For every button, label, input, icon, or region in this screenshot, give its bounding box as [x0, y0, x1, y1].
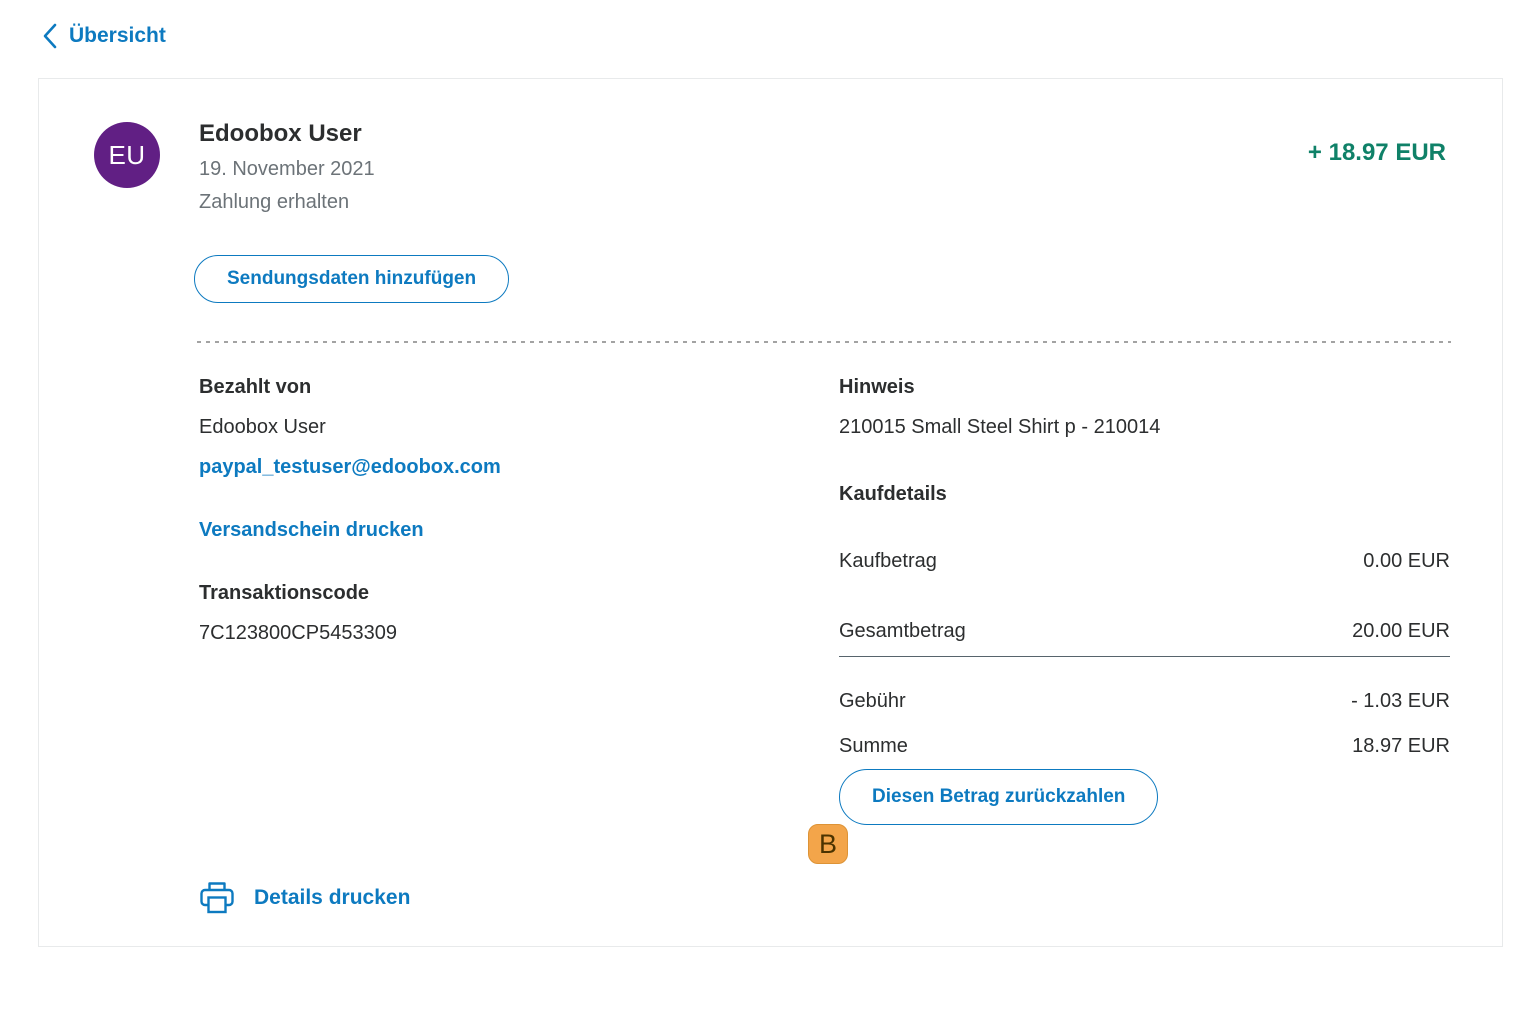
row-label: Gebühr: [839, 689, 906, 714]
print-shipping-label-link[interactable]: Versandschein drucken: [199, 518, 424, 543]
purchase-section: Hinweis 210015 Small Steel Shirt p - 210…: [839, 375, 1450, 759]
transaction-detail-card: EU Edoobox User 19. November 2021 Zahlun…: [38, 78, 1503, 947]
transaction-code-value: 7C123800CP5453309: [199, 621, 759, 646]
subtotal-divider: [839, 656, 1450, 657]
row-value: 0.00 EUR: [1363, 549, 1450, 574]
print-details-label: Details drucken: [254, 886, 410, 910]
row-value: - 1.03 EUR: [1351, 689, 1450, 714]
print-details-link[interactable]: Details drucken: [197, 879, 410, 917]
annotation-badge-b: B: [808, 824, 848, 864]
amount-row-gesamtbetrag: Gesamtbetrag 20.00 EUR: [839, 619, 1450, 644]
note-title: Hinweis: [839, 375, 1450, 400]
printer-icon: [197, 879, 237, 917]
note-text: 210015 Small Steel Shirt p - 210014: [839, 415, 1450, 440]
paid-by-section: Bezahlt von Edoobox User paypal_testuser…: [199, 375, 759, 646]
row-label: Kaufbetrag: [839, 549, 937, 574]
back-link-label: Übersicht: [69, 24, 166, 48]
add-tracking-button[interactable]: Sendungsdaten hinzufügen: [194, 255, 509, 303]
dashed-divider: [197, 341, 1451, 343]
transaction-amount: + 18.97 EUR: [1308, 139, 1446, 167]
purchase-details-title: Kaufdetails: [839, 482, 1450, 507]
amount-row-summe: Summe 18.97 EUR: [839, 734, 1450, 759]
row-label: Summe: [839, 734, 908, 759]
row-value: 20.00 EUR: [1352, 619, 1450, 644]
payer-name: Edoobox User: [199, 415, 759, 440]
paid-by-title: Bezahlt von: [199, 375, 759, 400]
refund-button[interactable]: Diesen Betrag zurückzahlen: [839, 769, 1158, 825]
row-label: Gesamtbetrag: [839, 619, 966, 644]
row-value: 18.97 EUR: [1352, 734, 1450, 759]
transaction-header: Edoobox User 19. November 2021 Zahlung e…: [199, 119, 375, 215]
amount-row-kaufbetrag: Kaufbetrag 0.00 EUR: [839, 549, 1450, 574]
avatar: EU: [94, 122, 160, 188]
chevron-left-icon: [40, 22, 59, 50]
transaction-date: 19. November 2021: [199, 157, 375, 182]
payer-email-link[interactable]: paypal_testuser@edoobox.com: [199, 455, 501, 480]
transaction-code-title: Transaktionscode: [199, 581, 759, 606]
transaction-status: Zahlung erhalten: [199, 190, 375, 215]
back-link-uebersicht[interactable]: Übersicht: [40, 22, 166, 50]
counterparty-name: Edoobox User: [199, 119, 375, 149]
amount-row-gebuehr: Gebühr - 1.03 EUR: [839, 689, 1450, 714]
